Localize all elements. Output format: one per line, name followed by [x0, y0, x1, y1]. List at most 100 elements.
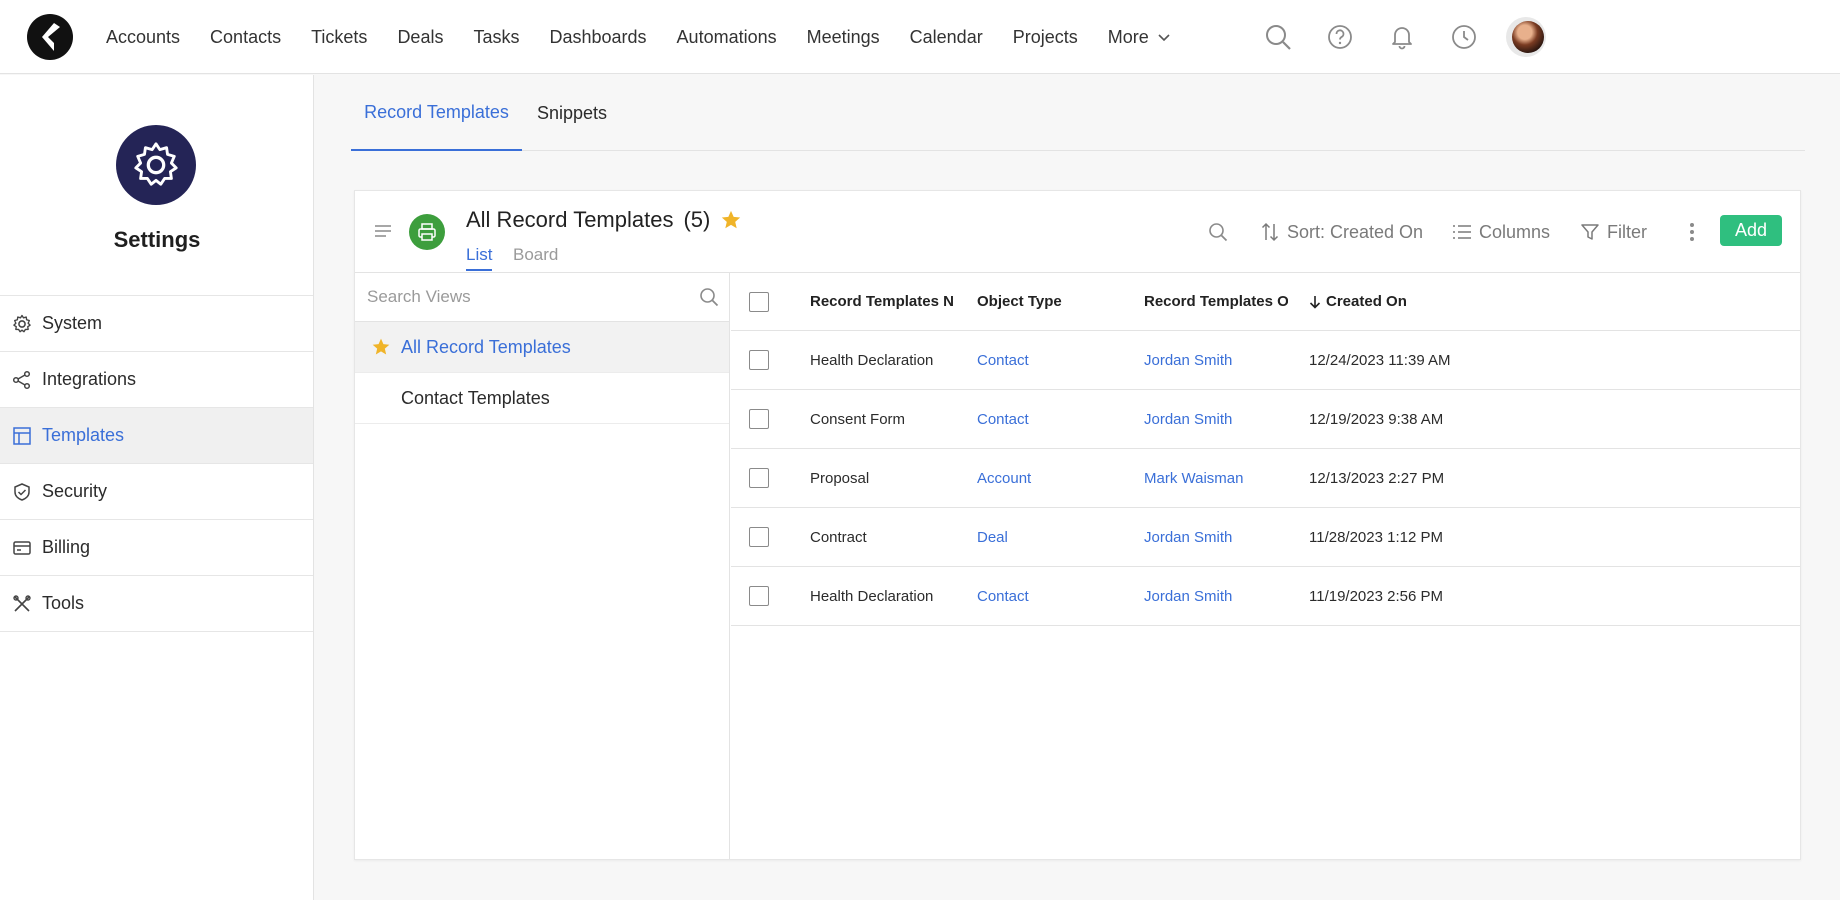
arrow-down-icon: [1309, 295, 1321, 309]
table-row[interactable]: Health Declaration Contact Jordan Smith …: [731, 331, 1800, 390]
cell-object-type[interactable]: Contact: [977, 390, 1127, 448]
star-icon[interactable]: [720, 209, 742, 231]
cell-object-type[interactable]: Contact: [977, 331, 1127, 389]
search-icon: [1266, 25, 1291, 50]
nav-contacts[interactable]: Contacts: [210, 27, 281, 48]
cell-name[interactable]: Proposal: [810, 449, 954, 507]
menu-icon: [375, 225, 391, 237]
gear-icon: [13, 314, 31, 332]
row-checkbox[interactable]: [749, 468, 769, 488]
app-logo[interactable]: [27, 14, 73, 60]
view-item-label: All Record Templates: [401, 336, 571, 357]
tab-record-templates[interactable]: Record Templates: [351, 75, 522, 151]
table-row[interactable]: Contract Deal Jordan Smith 11/28/2023 1:…: [731, 508, 1800, 567]
row-checkbox[interactable]: [749, 350, 769, 370]
cell-created-on: 11/19/2023 2:56 PM: [1309, 587, 1443, 605]
search-views-input[interactable]: [367, 273, 687, 321]
cell-name[interactable]: Health Declaration: [810, 567, 954, 625]
add-button[interactable]: Add: [1720, 215, 1782, 246]
chevron-down-icon: [1158, 34, 1170, 42]
row-checkbox[interactable]: [749, 586, 769, 606]
nav-meetings[interactable]: Meetings: [807, 27, 880, 48]
nav-projects[interactable]: Projects: [1013, 27, 1078, 48]
sort-button[interactable]: Sort: Created On: [1261, 217, 1423, 247]
row-checkbox[interactable]: [749, 409, 769, 429]
row-checkbox[interactable]: [749, 527, 769, 547]
column-header-created-on[interactable]: Created On: [1309, 273, 1549, 330]
recent-history-button[interactable]: [1444, 17, 1484, 57]
shield-icon: [14, 482, 30, 501]
cell-owner[interactable]: Jordan Smith: [1144, 508, 1288, 566]
sort-label: Sort: Created On: [1287, 221, 1424, 242]
user-avatar[interactable]: [1512, 21, 1544, 53]
sidebar-item-tools[interactable]: Tools: [0, 576, 313, 632]
cell-owner[interactable]: Jordan Smith: [1144, 567, 1288, 625]
cell-created-on: 12/19/2023 9:38 AM: [1309, 410, 1444, 428]
cell-object-type[interactable]: Deal: [977, 508, 1127, 566]
sidebar-item-billing[interactable]: Billing: [0, 520, 313, 576]
sidebar-item-templates[interactable]: Templates: [0, 408, 313, 464]
nav-deals[interactable]: Deals: [397, 27, 443, 48]
top-navigation-bar: Accounts Contacts Tickets Deals Tasks Da…: [0, 0, 1840, 74]
view-item-contact-templates[interactable]: Contact Templates: [355, 373, 729, 424]
more-options-button[interactable]: [1689, 217, 1695, 247]
view-count: (5): [683, 207, 711, 232]
nav-tickets[interactable]: Tickets: [311, 27, 367, 48]
views-toggle-button[interactable]: [375, 225, 391, 237]
clock-icon: [1452, 25, 1476, 49]
cell-object-type[interactable]: Contact: [977, 567, 1127, 625]
nav-automations[interactable]: Automations: [677, 27, 777, 48]
table-row[interactable]: Proposal Account Mark Waisman 12/13/2023…: [731, 449, 1800, 508]
sidebar-item-system[interactable]: System: [0, 296, 313, 352]
share-icon: [12, 370, 31, 389]
table-row[interactable]: Consent Form Contact Jordan Smith 12/19/…: [731, 390, 1800, 449]
sidebar-item-security[interactable]: Security: [0, 464, 313, 520]
nav-tasks[interactable]: Tasks: [473, 27, 519, 48]
select-all-checkbox[interactable]: [749, 291, 769, 312]
column-header-name[interactable]: Record Templates N: [810, 273, 954, 330]
sidebar-item-label: Security: [42, 481, 108, 501]
tab-list[interactable]: List: [466, 245, 493, 271]
search-views-button[interactable]: [699, 287, 719, 307]
filter-icon: [1581, 224, 1599, 240]
nav-accounts[interactable]: Accounts: [106, 27, 180, 48]
tools-icon: [13, 594, 31, 612]
cell-owner[interactable]: Mark Waisman: [1144, 449, 1288, 507]
cell-name[interactable]: Consent Form: [810, 390, 954, 448]
cell-name[interactable]: Health Declaration: [810, 331, 954, 389]
nav-dashboards[interactable]: Dashboards: [549, 27, 646, 48]
columns-button[interactable]: Columns: [1453, 217, 1550, 247]
view-title-text: All Record Templates: [466, 207, 674, 232]
cell-owner[interactable]: Jordan Smith: [1144, 390, 1288, 448]
sidebar-item-label: Billing: [42, 537, 91, 557]
tab-board[interactable]: Board: [513, 245, 558, 269]
help-icon: [1328, 25, 1352, 49]
tab-snippets[interactable]: Snippets: [537, 75, 607, 151]
table-row[interactable]: Health Declaration Contact Jordan Smith …: [731, 567, 1800, 626]
view-item-all-record-templates[interactable]: All Record Templates: [355, 322, 729, 373]
search-button[interactable]: [1258, 17, 1298, 57]
views-panel: All Record Templates Contact Templates: [355, 273, 730, 859]
notifications-button[interactable]: [1382, 17, 1422, 57]
cell-object-type[interactable]: Account: [977, 449, 1127, 507]
table-header-row: Record Templates N Object Type Record Te…: [731, 273, 1800, 331]
search-views: [355, 273, 729, 322]
table-search-button[interactable]: [1208, 217, 1228, 247]
record-templates-badge: [409, 214, 445, 250]
list-columns-icon: [1453, 225, 1471, 239]
sidebar-item-label: Tools: [42, 593, 85, 613]
column-header-owner[interactable]: Record Templates O: [1144, 273, 1288, 330]
column-header-object-type[interactable]: Object Type: [977, 273, 1127, 330]
nav-calendar[interactable]: Calendar: [910, 27, 983, 48]
bell-icon: [1392, 27, 1412, 50]
column-header-label: Created On: [1326, 293, 1407, 310]
record-templates-table: Record Templates N Object Type Record Te…: [731, 273, 1800, 626]
nav-more-dropdown[interactable]: More: [1108, 27, 1171, 48]
sidebar-item-integrations[interactable]: Integrations: [0, 352, 313, 408]
main-nav: Accounts Contacts Tickets Deals Tasks Da…: [106, 0, 1171, 74]
filter-button[interactable]: Filter: [1581, 217, 1647, 247]
cell-name[interactable]: Contract: [810, 508, 954, 566]
help-button[interactable]: [1320, 17, 1360, 57]
sidebar-menu: System Integrations Templates Security B…: [0, 295, 313, 632]
cell-owner[interactable]: Jordan Smith: [1144, 331, 1288, 389]
